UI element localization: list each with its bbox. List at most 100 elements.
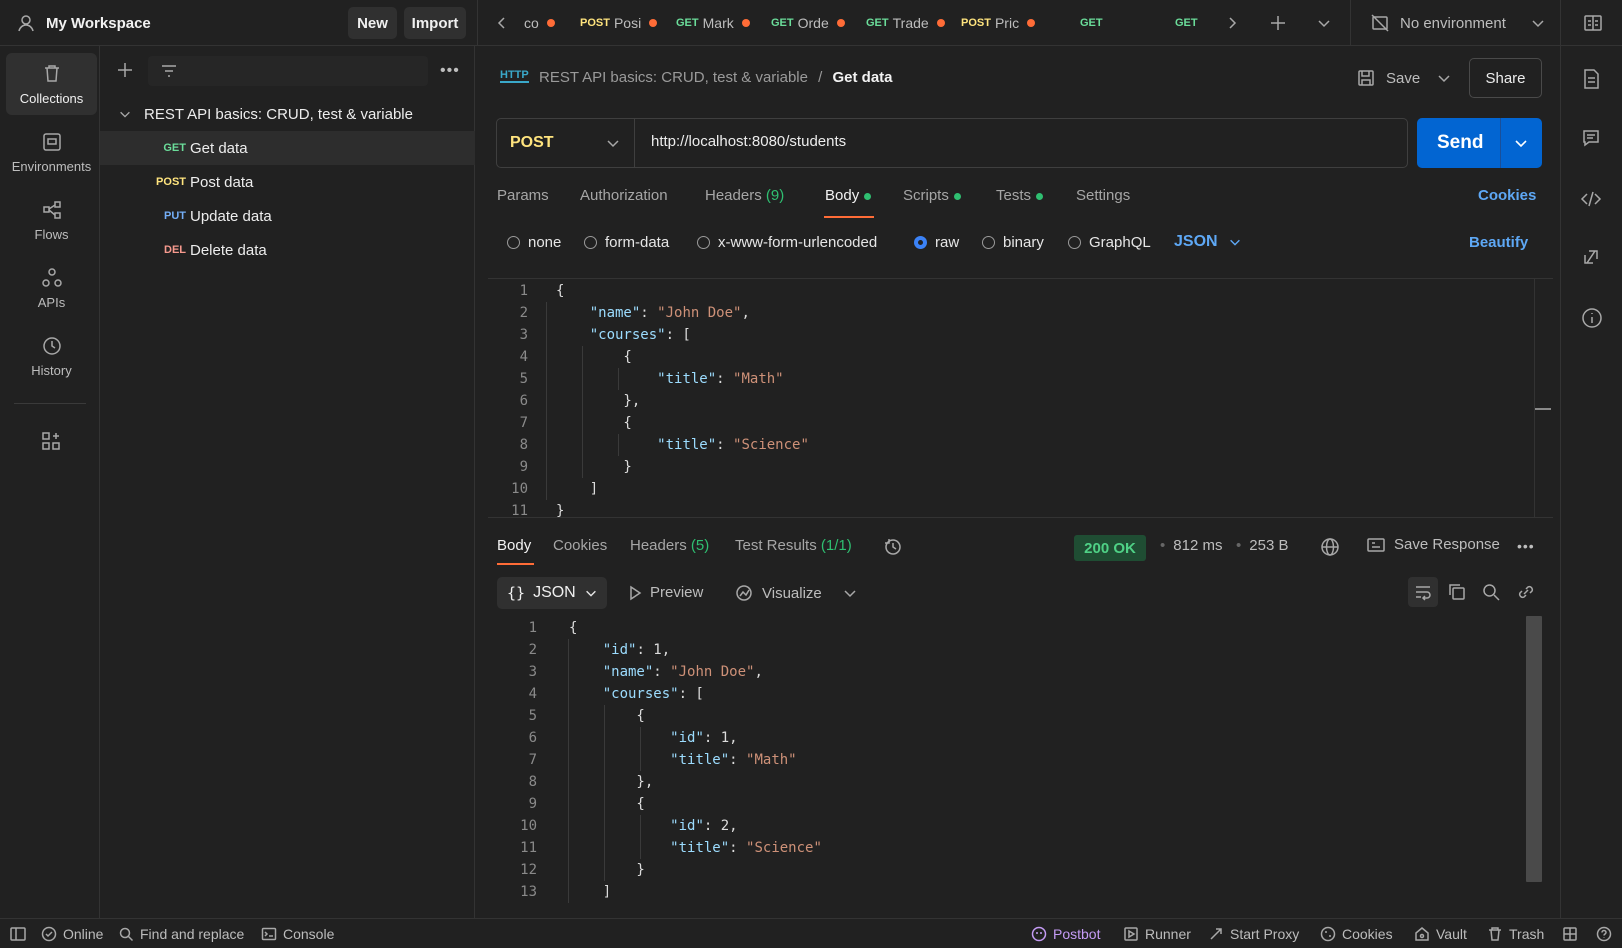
copy-icon[interactable]	[1447, 582, 1467, 602]
response-tab-body[interactable]: Body	[497, 537, 531, 554]
save-options-chevron-down-icon[interactable]	[1436, 70, 1452, 86]
sidebar-item-update-data[interactable]: PUT Update data	[100, 199, 475, 233]
request-tab[interactable]: GET Trade	[866, 0, 948, 46]
method-select[interactable]: POST	[497, 119, 635, 167]
share-button[interactable]: Share	[1469, 58, 1542, 98]
sidebar-item-post-data[interactable]: POST Post data	[100, 165, 475, 199]
response-scroll-thumb[interactable]	[1526, 616, 1542, 882]
workspace-switcher[interactable]: My Workspace	[16, 0, 151, 46]
help-icon[interactable]	[1596, 919, 1612, 948]
send-divider	[1500, 118, 1501, 168]
radio-icon	[982, 236, 995, 249]
comments-icon[interactable]	[1581, 128, 1601, 148]
start-proxy-button[interactable]: Start Proxy	[1208, 919, 1299, 948]
new-tab-plus-icon[interactable]	[1268, 13, 1288, 33]
body-type-binary[interactable]: binary	[982, 234, 1044, 251]
request-tab[interactable]: co	[524, 0, 568, 46]
link-icon[interactable]	[1516, 582, 1536, 602]
collection-search-input[interactable]	[148, 56, 428, 86]
postbot-button[interactable]: Postbot	[1031, 919, 1100, 948]
new-button[interactable]: New	[348, 7, 397, 39]
postbot-icon	[1031, 926, 1047, 942]
tab-authorization[interactable]: Authorization	[580, 187, 668, 204]
response-body-viewer[interactable]: 1 2 3 4 5 6 7 8 9 10 11 12 13 { "id": 1,…	[497, 616, 1543, 912]
tab-body[interactable]: Body	[825, 187, 872, 204]
request-tab[interactable]: POST Pric	[961, 0, 1041, 46]
body-type-graphql[interactable]: GraphQL	[1068, 234, 1151, 251]
tab-params[interactable]: Params	[497, 187, 549, 204]
save-button[interactable]: Save	[1356, 60, 1420, 96]
response-more-icon[interactable]: •••	[1517, 538, 1535, 554]
tab-list-chevron-down-icon[interactable]	[1316, 15, 1332, 31]
page-title: Get data	[832, 69, 893, 86]
sidebar-item-delete-data[interactable]: DEL Delete data	[100, 233, 475, 267]
rail-flows[interactable]: Flows	[6, 189, 97, 251]
url-input[interactable]: http://localhost:8080/students	[651, 133, 846, 150]
runner-button[interactable]: Runner	[1123, 919, 1191, 948]
body-format-select[interactable]: JSON	[1174, 233, 1242, 251]
response-tab-test-results[interactable]: Test Results (1/1)	[735, 537, 852, 554]
wrap-lines-icon[interactable]	[1408, 577, 1438, 607]
tab-scroll-left-icon[interactable]	[494, 15, 510, 31]
request-tab[interactable]: POST Posi	[580, 0, 662, 46]
sidebar-more-icon[interactable]: •••	[440, 62, 460, 80]
environment-quick-look-icon[interactable]	[1582, 12, 1604, 34]
body-type-urlencoded[interactable]: x-www-form-urlencoded	[697, 234, 877, 251]
visualize-options-chevron-down-icon[interactable]	[842, 585, 858, 601]
response-history-icon[interactable]	[883, 537, 903, 557]
documentation-icon[interactable]	[1581, 68, 1601, 90]
editor-scroll-thumb[interactable]	[1535, 408, 1551, 410]
trash-button[interactable]: Trash	[1487, 919, 1544, 948]
add-collection-plus-icon[interactable]	[115, 60, 135, 80]
tab-settings[interactable]: Settings	[1076, 187, 1130, 204]
preview-button[interactable]: Preview	[628, 584, 703, 601]
request-tab[interactable]: GET	[1175, 0, 1215, 46]
visualize-button[interactable]: Visualize	[734, 583, 822, 603]
rail-apis[interactable]: APIs	[6, 257, 97, 319]
tab-headers[interactable]: Headers (9)	[705, 187, 784, 204]
environment-selector[interactable]: No environment	[1370, 0, 1550, 46]
editor-scrollbar[interactable]	[1534, 279, 1535, 517]
breadcrumb-parent[interactable]: REST API basics: CRUD, test & variable	[539, 69, 808, 86]
cookies-button[interactable]: Cookies	[1320, 919, 1393, 948]
right-rail	[1560, 46, 1622, 918]
tab-tests[interactable]: Tests	[996, 187, 1044, 204]
cookies-link[interactable]: Cookies	[1478, 187, 1536, 204]
sidebar-item-get-data[interactable]: GET Get data	[100, 131, 475, 165]
import-button[interactable]: Import	[404, 7, 466, 39]
send-options-chevron-down-icon[interactable]	[1513, 135, 1529, 151]
collection-row[interactable]: REST API basics: CRUD, test & variable	[100, 97, 475, 131]
body-type-none[interactable]: none	[507, 234, 561, 251]
configure-sidebar-icon[interactable]	[40, 430, 62, 452]
beautify-link[interactable]: Beautify	[1469, 234, 1528, 251]
response-tab-cookies[interactable]: Cookies	[553, 537, 607, 554]
tab-scroll-right-icon[interactable]	[1224, 15, 1240, 31]
console-icon	[261, 927, 277, 941]
response-format-select[interactable]: {} JSON	[497, 577, 607, 609]
code-snippet-icon[interactable]	[1580, 189, 1602, 209]
request-body-editor[interactable]: 1 2 3 4 5 6 7 8 9 10 11 { "name": "John …	[488, 278, 1553, 518]
save-response-button[interactable]: Save Response	[1366, 536, 1500, 553]
search-icon[interactable]	[1481, 582, 1501, 602]
send-button[interactable]: Send	[1417, 118, 1542, 168]
console-button[interactable]: Console	[261, 919, 334, 948]
layout-toggle-icon[interactable]	[1562, 919, 1578, 948]
request-tab[interactable]: GET	[1080, 0, 1120, 46]
rail-collections[interactable]: Collections	[6, 53, 97, 115]
rail-environments[interactable]: Environments	[6, 121, 97, 183]
toggle-sidebar-icon[interactable]	[9, 919, 27, 948]
rail-history[interactable]: History	[6, 325, 97, 387]
vault-button[interactable]: Vault	[1414, 919, 1467, 948]
body-type-form-data[interactable]: form-data	[584, 234, 669, 251]
collection-name: REST API basics: CRUD, test & variable	[144, 105, 413, 123]
tab-scripts[interactable]: Scripts	[903, 187, 961, 204]
body-type-raw[interactable]: raw	[914, 234, 959, 251]
request-tab[interactable]: GET Mark	[676, 0, 754, 46]
online-status[interactable]: Online	[41, 919, 103, 948]
network-globe-icon[interactable]	[1320, 537, 1340, 557]
response-tab-headers[interactable]: Headers (5)	[630, 537, 709, 554]
related-collections-icon[interactable]	[1581, 247, 1601, 267]
info-icon[interactable]	[1581, 307, 1603, 329]
find-and-replace[interactable]: Find and replace	[118, 919, 244, 948]
request-tab[interactable]: GET Orde	[771, 0, 851, 46]
